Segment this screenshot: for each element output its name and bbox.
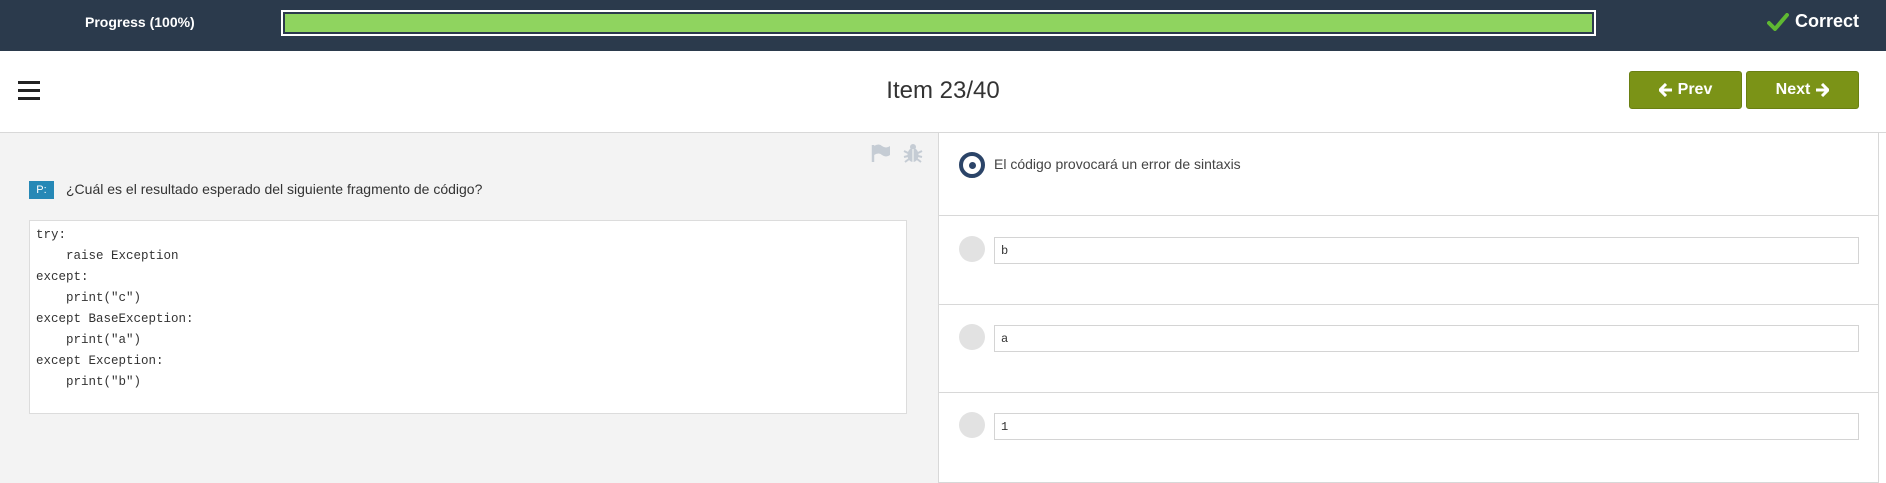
progress-bar-header: Progress (100%) Correct xyxy=(0,0,1886,51)
prev-label: Prev xyxy=(1677,81,1713,98)
arrow-right-icon xyxy=(1816,83,1830,97)
code-line: except: xyxy=(36,270,89,284)
code-line: print("a") xyxy=(36,333,142,347)
flag-icon[interactable] xyxy=(870,143,892,163)
answer-text: El código provocará un error de sintaxis xyxy=(994,156,1241,172)
question-text: ¿Cuál es el resultado esperado del sigui… xyxy=(66,181,483,197)
answer-option[interactable]: 1 xyxy=(939,393,1878,483)
next-button[interactable]: Next xyxy=(1746,71,1859,109)
check-icon xyxy=(1766,12,1789,31)
progress-track xyxy=(281,10,1596,36)
code-line: print("b") xyxy=(36,375,142,389)
progress-label: Progress (100%) xyxy=(85,14,195,30)
answer-radio-selected[interactable] xyxy=(959,152,985,178)
item-header: Item 23/40 Prev Next xyxy=(0,51,1886,133)
code-line: print("c") xyxy=(36,291,142,305)
answer-code-field: b xyxy=(994,237,1859,264)
answer-radio[interactable] xyxy=(959,324,985,350)
answer-option[interactable]: El código provocará un error de sintaxis xyxy=(939,133,1878,216)
progress-fill xyxy=(285,14,1592,32)
answer-radio[interactable] xyxy=(959,236,985,262)
code-line: raise Exception xyxy=(36,249,179,263)
next-label: Next xyxy=(1775,81,1811,98)
answer-code-field: a xyxy=(994,325,1859,352)
code-block: try: raise Exception except: print("c") … xyxy=(29,220,907,414)
answer-code-field: 1 xyxy=(994,413,1859,440)
question-panel: P: ¿Cuál es el resultado esperado del si… xyxy=(0,133,939,483)
question-tools xyxy=(870,143,924,163)
answer-option[interactable]: b xyxy=(939,216,1878,305)
answers-panel: El código provocará un error de sintaxis… xyxy=(939,133,1879,483)
answer-radio[interactable] xyxy=(959,412,985,438)
code-line: try: xyxy=(36,228,67,242)
status-indicator: Correct xyxy=(1766,11,1859,32)
arrow-left-icon xyxy=(1658,83,1672,97)
prev-button[interactable]: Prev xyxy=(1629,71,1742,109)
bug-icon[interactable] xyxy=(902,143,924,163)
item-title: Item 23/40 xyxy=(886,77,1000,104)
answer-option[interactable]: a xyxy=(939,305,1878,393)
code-line: except BaseException: xyxy=(36,312,194,326)
question-badge: P: xyxy=(29,181,54,199)
status-label: Correct xyxy=(1794,11,1859,31)
code-line: except Exception: xyxy=(36,354,164,368)
